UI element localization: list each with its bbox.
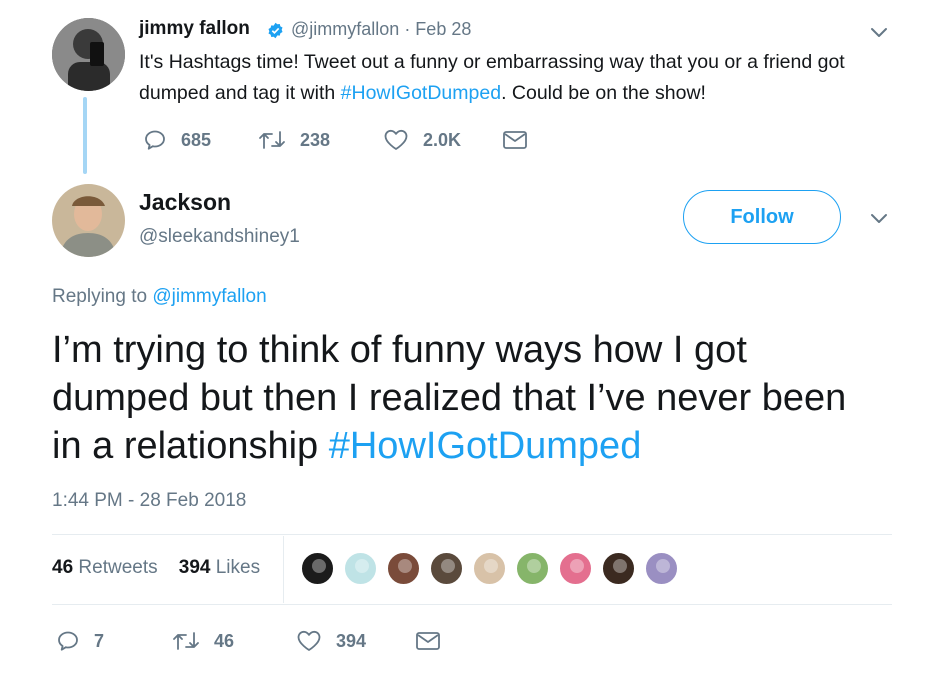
retweets-stat[interactable]: 46 Retweets: [52, 557, 158, 578]
parent-tweet-text: It's Hashtags time! Tweet out a funny or…: [139, 47, 899, 109]
tweet-retweet-count: 46: [214, 630, 235, 651]
parent-retweet-button[interactable]: 238: [258, 128, 330, 152]
anime-avatar-7[interactable]: [558, 551, 593, 586]
verified-badge-icon: [268, 22, 283, 39]
parent-handle-date: @jimmyfallon · Feb 28: [291, 19, 471, 40]
reply-icon: [145, 130, 165, 150]
likes-stat-count: 394: [178, 557, 211, 578]
tweet-like-count: 394: [336, 630, 367, 651]
parent-hashtag-link[interactable]: #HowIGotDumped: [341, 82, 501, 104]
person-avatar-9[interactable]: [644, 551, 679, 586]
tweet-author-name[interactable]: Jackson: [139, 189, 231, 216]
avatar-silhouette-icon: [312, 559, 326, 573]
replying-to-handle-link[interactable]: @jimmyfallon: [152, 286, 266, 307]
parent-author-handle[interactable]: @jimmyfallon: [291, 19, 399, 39]
tweet-like-button[interactable]: 394: [296, 629, 366, 653]
parent-tweet-date[interactable]: · Feb 28: [404, 19, 471, 39]
avatar-silhouette-icon: [527, 559, 541, 573]
divider-top: [52, 534, 892, 535]
parent-reply-button[interactable]: 685: [143, 128, 211, 152]
retweet-icon: [259, 131, 285, 149]
person-avatar-8[interactable]: [601, 551, 636, 586]
divider-bottom: [52, 604, 892, 605]
avatar-silhouette-icon: [613, 559, 627, 573]
parent-retweet-count: 238: [300, 129, 331, 150]
thread-line: [83, 97, 87, 174]
stats-separator: [283, 536, 284, 603]
avengers-logo-avatar-1[interactable]: [300, 551, 335, 586]
parent-tweet-text-after: . Could be on the show!: [501, 82, 706, 104]
likes-stat[interactable]: 394 Likes: [179, 557, 260, 578]
landscape-avatar-6[interactable]: [515, 551, 550, 586]
follow-button[interactable]: Follow: [683, 190, 841, 244]
avatar-jackson[interactable]: [52, 184, 125, 257]
tweet-text: I’m trying to think of funny ways how I …: [52, 326, 852, 470]
parent-author-name[interactable]: jimmy fallon: [139, 18, 250, 40]
liker-avatars: [300, 551, 679, 586]
avatar-silhouette-icon: [441, 559, 455, 573]
tweet-reply-button[interactable]: 7: [56, 629, 104, 653]
engagement-stats: 46 Retweets 394 Likes: [52, 557, 260, 579]
tweet-reply-count: 7: [94, 630, 105, 651]
retweet-icon: [173, 632, 199, 650]
tweet-author-handle[interactable]: @sleekandshiney1: [139, 226, 300, 248]
fish-tank-avatar-2[interactable]: [343, 551, 378, 586]
heart-icon: [384, 129, 408, 150]
avatar-silhouette-icon: [355, 559, 369, 573]
person-avatar-5[interactable]: [472, 551, 507, 586]
parent-message-envelope-icon[interactable]: [502, 129, 528, 151]
reply-icon: [58, 631, 78, 651]
tweet-message-envelope-icon[interactable]: [415, 630, 441, 652]
person-avatar-3[interactable]: [386, 551, 421, 586]
avatar-silhouette-icon: [570, 559, 584, 573]
replying-prefix: Replying to: [52, 286, 153, 307]
retweets-stat-count: 46: [52, 557, 74, 578]
avatar-silhouette-icon: [398, 559, 412, 573]
avatar-jimmy-fallon[interactable]: [52, 18, 125, 91]
person-avatar-4[interactable]: [429, 551, 464, 586]
avatar-silhouette-icon: [656, 559, 670, 573]
parent-menu-chevron-down-icon[interactable]: [869, 22, 889, 42]
parent-like-count: 2.0K: [423, 129, 462, 150]
likes-stat-label: Likes: [215, 557, 261, 578]
parent-reply-count: 685: [181, 129, 212, 150]
parent-like-button[interactable]: 2.0K: [383, 128, 461, 152]
tweet-hashtag-link[interactable]: #HowIGotDumped: [329, 425, 642, 467]
tweet-retweet-button[interactable]: 46: [172, 629, 234, 653]
retweets-stat-label: Retweets: [78, 557, 158, 578]
tweet-menu-chevron-down-icon[interactable]: [869, 208, 889, 228]
replying-to: Replying to @jimmyfallon: [52, 286, 267, 308]
avatar-silhouette-icon: [484, 559, 498, 573]
tweet-timestamp[interactable]: 1:44 PM - 28 Feb 2018: [52, 490, 246, 512]
heart-icon: [297, 630, 321, 651]
